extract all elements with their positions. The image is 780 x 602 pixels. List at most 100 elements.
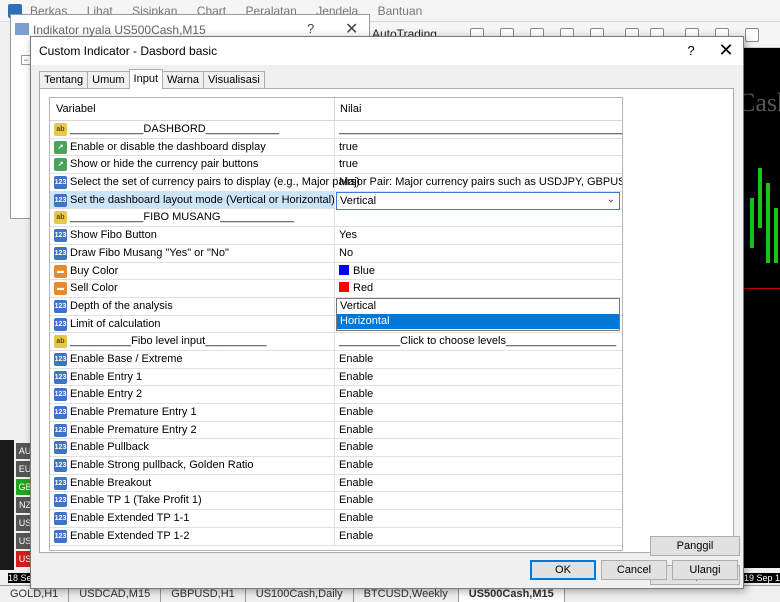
parameter-variable-cell[interactable]: 123 Enable Entry 1 [50, 368, 335, 386]
help-button[interactable]: ? [681, 41, 701, 61]
load-button[interactable]: Panggil [650, 536, 740, 556]
parameter-row[interactable]: ▬ Buy Color Blue [50, 262, 622, 281]
layout-mode-select[interactable]: Vertical ⌄ [336, 191, 620, 210]
parameter-variable-cell[interactable]: 123 Enable Entry 2 [50, 386, 335, 403]
column-header-value[interactable]: Nilai [340, 103, 361, 115]
reset-button[interactable]: Ulangi [672, 560, 738, 580]
parameter-variable-cell[interactable]: 123 Draw Fibo Musang "Yes" or "No" [50, 244, 335, 262]
parameter-variable-cell[interactable]: ab ____________FIBO MUSANG____________ [50, 209, 335, 227]
parameter-row[interactable]: 123 Enable Entry 1 Enable [50, 368, 622, 387]
parameter-row[interactable]: 123 Show Fibo Button Yes [50, 227, 622, 245]
parameter-row[interactable]: 123 Enable Pullback Enable [50, 439, 622, 458]
parameter-value-cell[interactable]: No [335, 245, 622, 262]
parameter-value-cell[interactable]: Enable [335, 369, 622, 386]
parameter-value: true [339, 140, 358, 153]
parameter-variable-cell[interactable]: 123 Select the set of currency pairs to d… [50, 174, 360, 191]
parameter-value-cell[interactable]: Enable [335, 439, 622, 456]
parameter-value-cell[interactable]: ________________________________________… [335, 121, 622, 138]
parameter-value-cell[interactable]: Enable [335, 386, 622, 403]
parameter-value-cell[interactable]: Red [335, 280, 622, 297]
parameter-variable-cell[interactable]: ab __________Fibo level input__________ [50, 333, 335, 350]
parameter-row[interactable]: ↗ Enable or disable the dashboard display… [50, 138, 622, 157]
parameter-value-cell[interactable]: Enable [335, 351, 622, 368]
parameter-row[interactable]: ab __________Fibo level input__________ __… [50, 333, 622, 351]
parameter-value-cell[interactable]: Enable [335, 457, 622, 474]
parameter-row[interactable]: 123 Draw Fibo Musang "Yes" or "No" No [50, 244, 622, 263]
parameter-value-cell[interactable]: Yes [335, 227, 622, 244]
parameter-row[interactable]: 123 Set the dashboard layout mode (Vertic… [50, 191, 622, 210]
parameter-value-cell[interactable] [335, 209, 622, 226]
cancel-button[interactable]: Cancel [601, 560, 667, 580]
parameter-variable-cell[interactable]: ab ____________DASHBORD____________ [50, 121, 335, 138]
parameter-value-cell[interactable]: Enable [335, 475, 622, 492]
parameter-variable-cell[interactable]: 123 Depth of the analysis [50, 297, 335, 315]
parameter-value: Red [339, 282, 373, 294]
parameter-value-cell[interactable]: Vertical ⌄ [335, 191, 622, 210]
parameter-variable-cell[interactable]: 123 Enable Premature Entry 2 [50, 421, 335, 439]
parameter-variable-cell[interactable]: 123 Enable Pullback [50, 439, 335, 457]
parameter-variable-cell[interactable]: ▬ Sell Color [50, 280, 335, 297]
parameter-value-cell[interactable]: Enable [335, 422, 622, 439]
parameter-value-cell[interactable]: __________Click to choose levels________… [335, 333, 622, 350]
column-header-variable[interactable]: Variabel [56, 103, 96, 115]
parameter-label: Buy Color [70, 264, 119, 277]
parameter-variable-cell[interactable]: 123 Set the dashboard layout mode (Vertic… [50, 191, 335, 209]
parameter-variable-cell[interactable]: 123 Enable Breakout [50, 474, 335, 492]
dialog-titlebar[interactable]: Custom Indicator - Dasbord basic ? ✕ [31, 37, 743, 65]
parameter-variable-cell[interactable]: 123 Enable Base / Extreme [50, 350, 335, 368]
close-button[interactable]: ✕ [715, 39, 737, 61]
parameter-variable-cell[interactable]: 123 Enable TP 1 (Take Profit 1) [50, 492, 335, 510]
parameter-variable-cell[interactable]: 123 Enable Extended TP 1-1 [50, 510, 335, 527]
chevron-down-icon[interactable]: ⌄ [607, 194, 615, 205]
parameter-row[interactable]: 123 Enable Entry 2 Enable [50, 386, 622, 404]
parameter-variable-cell[interactable]: 123 Enable Extended TP 1-2 [50, 527, 335, 545]
parameter-row[interactable]: 123 Enable Extended TP 1-2 Enable [50, 527, 622, 546]
parameter-row[interactable]: 123 Enable TP 1 (Take Profit 1) Enable [50, 492, 622, 511]
menu-item[interactable]: Bantuan [378, 4, 423, 18]
parameter-label: Select the set of currency pairs to disp… [70, 176, 360, 189]
parameter-variable-cell[interactable]: 123 Limit of calculation [50, 315, 335, 333]
tab-visualisasi[interactable]: Visualisasi [203, 71, 265, 89]
parameter-variable-cell[interactable]: 123 Enable Strong pullback, Golden Ratio [50, 457, 335, 474]
parameter-variable-cell[interactable]: ↗ Enable or disable the dashboard display [50, 138, 335, 156]
parameter-value-cell[interactable]: Major Pair: Major currency pairs such as… [335, 174, 622, 191]
price-chart[interactable]: Cash [738, 48, 780, 568]
parameter-row[interactable]: ↗ Show or hide the currency pair buttons t… [50, 156, 622, 175]
help-icon[interactable]: ? [307, 21, 314, 36]
parameter-value-cell[interactable]: Enable [335, 528, 622, 545]
color-type-icon: ▬ [54, 282, 67, 296]
parameter-row[interactable]: 123 Enable Breakout Enable [50, 474, 622, 493]
dropdown-option-vertical[interactable]: Vertical [337, 299, 619, 314]
parameter-value-cell[interactable]: Enable [335, 510, 622, 527]
tab-input[interactable]: Input [128, 69, 164, 89]
parameter-variable-cell[interactable]: 123 Enable Premature Entry 1 [50, 404, 335, 421]
ok-button[interactable]: OK [530, 560, 596, 580]
parameter-row[interactable]: 123 Enable Premature Entry 2 Enable [50, 421, 622, 440]
parameter-value-cell[interactable]: Enable [335, 492, 622, 509]
parameter-row[interactable]: ab ____________DASHBORD____________ ______… [50, 121, 622, 139]
parameter-label: ____________DASHBORD____________ [70, 123, 280, 135]
parameter-value-cell[interactable]: true [335, 139, 622, 156]
tab-umum[interactable]: Umum [87, 71, 130, 89]
parameter-value: Enable [339, 512, 374, 525]
parameter-row[interactable]: 123 Enable Base / Extreme Enable [50, 350, 622, 369]
parameter-row[interactable]: 123 Select the set of currency pairs to d… [50, 174, 622, 192]
dropdown-option-horizontal[interactable]: Horizontal [337, 314, 619, 329]
column-separator[interactable] [334, 98, 335, 121]
parameter-row[interactable]: 123 Enable Strong pullback, Golden Ratio E… [50, 457, 622, 475]
parameter-variable-cell[interactable]: ↗ Show or hide the currency pair buttons [50, 156, 335, 174]
parameter-value-cell[interactable]: true [335, 156, 622, 173]
parameter-variable-cell[interactable]: ▬ Buy Color [50, 262, 335, 280]
tab-warna[interactable]: Warna [162, 71, 205, 89]
toolbar-button[interactable] [745, 28, 759, 42]
parameter-row[interactable]: 123 Enable Premature Entry 1 Enable [50, 404, 622, 422]
ab-type-icon: ab [54, 211, 67, 225]
parameter-variable-cell[interactable]: 123 Show Fibo Button [50, 227, 335, 244]
parameter-value-cell[interactable]: Blue [335, 263, 622, 280]
parameter-row[interactable]: ab ____________FIBO MUSANG____________ [50, 209, 622, 228]
parameter-row[interactable]: 123 Enable Extended TP 1-1 Enable [50, 510, 622, 528]
parameter-row[interactable]: ▬ Sell Color Red [50, 280, 622, 298]
tab-tentang[interactable]: Tentang [39, 71, 89, 89]
color-name: Blue [353, 264, 376, 277]
parameter-value-cell[interactable]: Enable [335, 404, 622, 421]
